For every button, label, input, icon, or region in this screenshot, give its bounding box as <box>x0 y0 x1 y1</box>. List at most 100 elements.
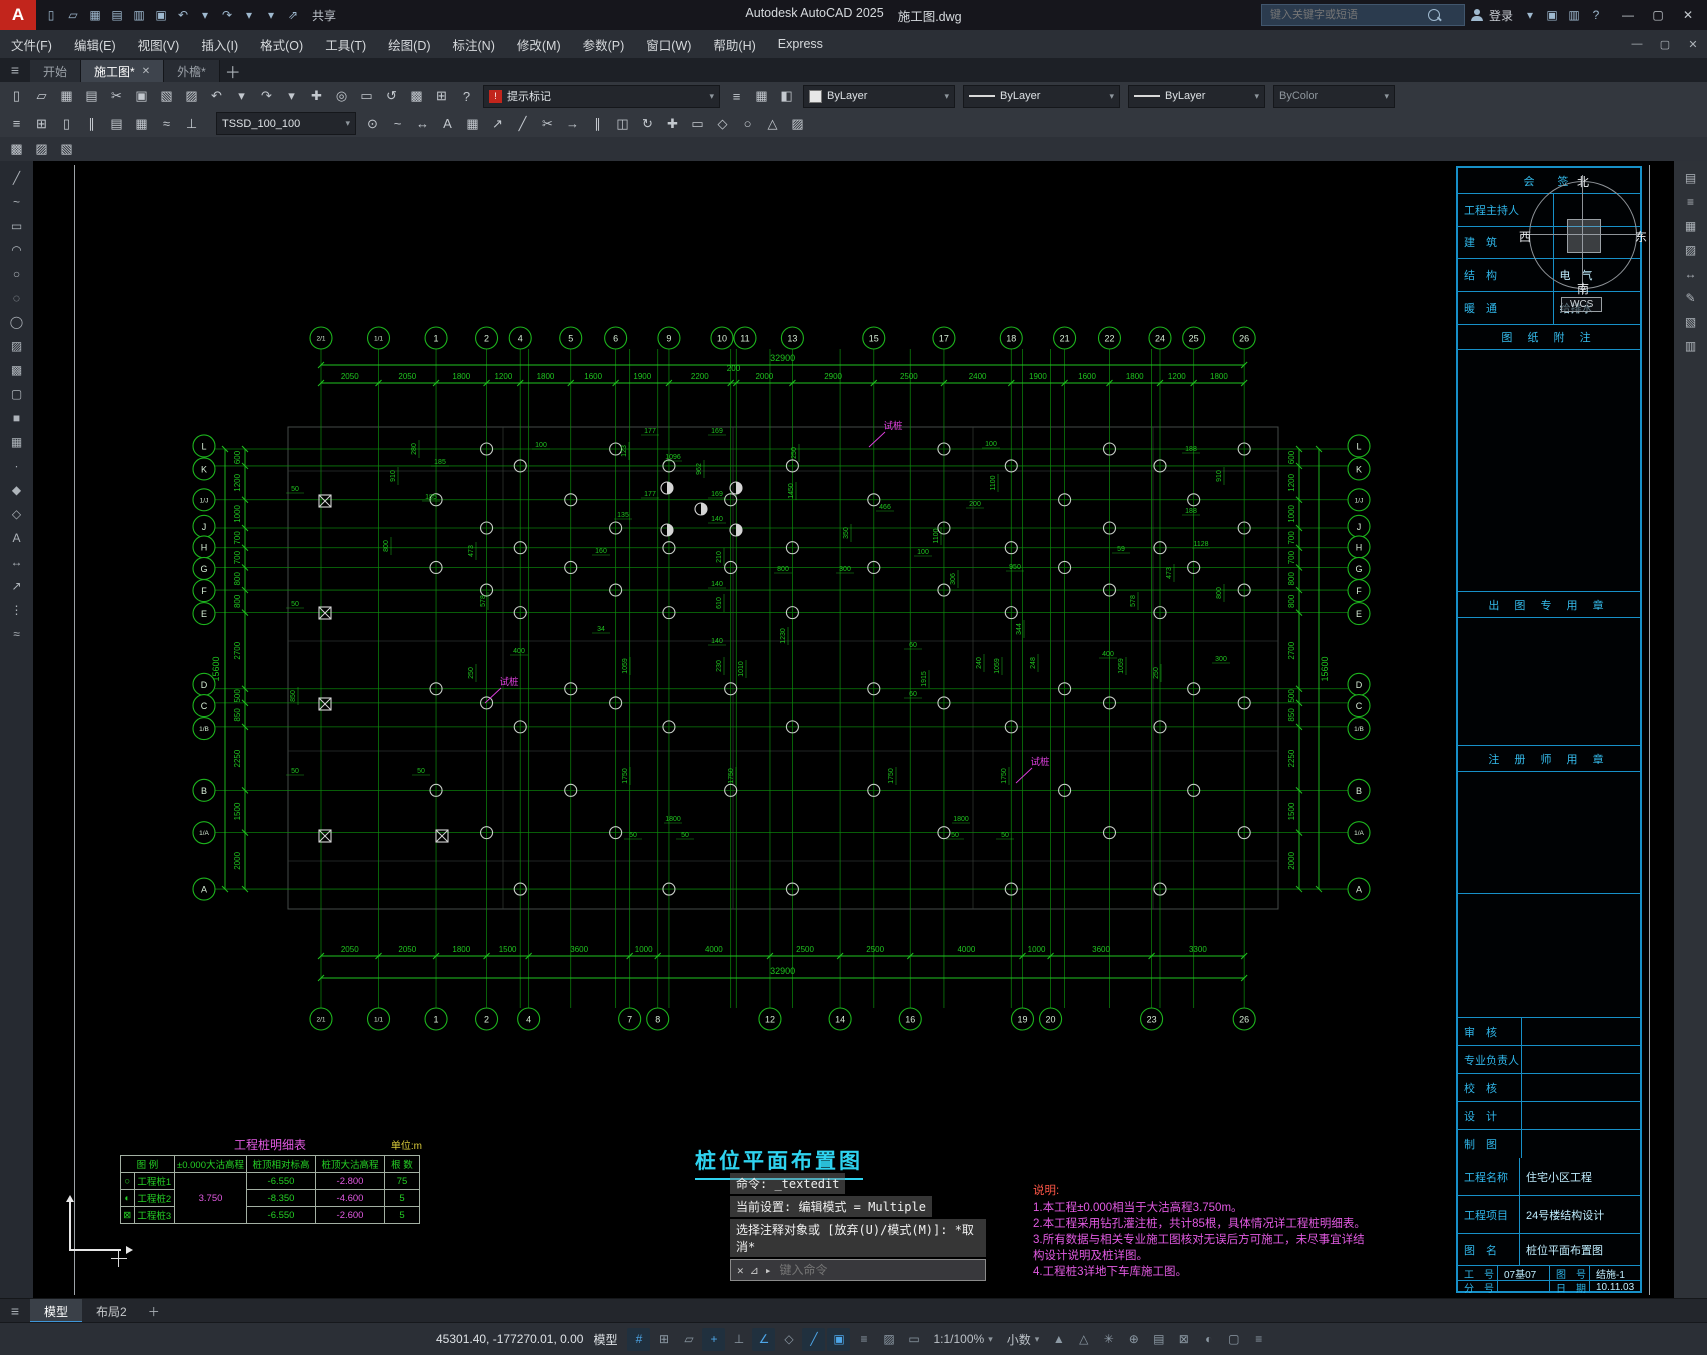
compass-south-label[interactable]: 南 <box>1577 280 1589 297</box>
menu-item-工具T[interactable]: 工具(T) <box>314 30 377 58</box>
sheetset-panel-icon[interactable]: ▧ <box>1678 310 1704 333</box>
layer-properties-icon[interactable]: ≡ <box>724 84 749 108</box>
menu-item-文件F[interactable]: 文件(F) <box>0 30 63 58</box>
match-properties-icon[interactable]: ▨ <box>179 84 204 108</box>
menu-item-视图V[interactable]: 视图(V) <box>127 30 191 58</box>
wall-tool-icon[interactable]: ▤ <box>104 112 129 136</box>
trim-tool-icon[interactable]: ✂ <box>535 112 560 136</box>
stair-tool-icon[interactable]: ≈ <box>154 112 179 136</box>
layer-isolate-icon[interactable]: ◧ <box>774 84 799 108</box>
text-tool-icon[interactable]: A <box>435 112 460 136</box>
menu-item-参数P[interactable]: 参数(P) <box>572 30 636 58</box>
redo-list-icon[interactable]: ▾ <box>279 84 304 108</box>
point-tool-icon[interactable]: ∙ <box>4 454 30 477</box>
search-dropdown-icon[interactable]: ▾ <box>1519 3 1541 27</box>
user-avatar-icon[interactable] <box>1470 9 1483 21</box>
plot-icon[interactable]: ▣ <box>150 3 172 27</box>
hatch-panel-icon[interactable]: ▨ <box>1678 238 1704 261</box>
infer-constraints-icon[interactable]: ▱ <box>677 1328 700 1351</box>
new-tab-button[interactable]: ＋ <box>220 60 246 82</box>
polyline-tool-icon[interactable]: ~ <box>4 190 30 213</box>
slab-tool-icon[interactable]: ▦ <box>129 112 154 136</box>
wcs-label[interactable]: WCS <box>1561 297 1603 312</box>
leader-tool-icon[interactable]: ↗ <box>4 574 30 597</box>
zoom-previous-icon[interactable]: ↺ <box>379 84 404 108</box>
zoom-window-icon[interactable]: ▭ <box>354 84 379 108</box>
menu-item-修改M[interactable]: 修改(M) <box>506 30 572 58</box>
menu-item-标注N[interactable]: 标注(N) <box>442 30 506 58</box>
save-web-icon[interactable]: ▥ <box>128 3 150 27</box>
login-label[interactable]: 登录 <box>1489 7 1513 24</box>
circle-tool-icon[interactable]: ○ <box>735 112 760 136</box>
text-tool-icon[interactable]: A <box>4 526 30 549</box>
tssd-display-icon[interactable]: ▧ <box>54 137 79 161</box>
help-icon[interactable]: ? <box>454 84 479 108</box>
pile-tool-icon[interactable]: ⊙ <box>360 112 385 136</box>
wedge-tool-icon[interactable]: △ <box>760 112 785 136</box>
cad-drawing[interactable]: 329002050 2050 1800 1200 1800 1600 1900 2200200… <box>33 161 1674 1299</box>
linetype-control[interactable]: ByLayer <box>963 84 1120 108</box>
units-combo[interactable]: 小数 <box>1001 1328 1046 1351</box>
color-control[interactable]: ByLayer <box>803 84 955 108</box>
tssd-style-combo[interactable]: TSSD_100_100 <box>216 112 356 135</box>
dimension-tool-icon[interactable]: ↔ <box>4 550 30 573</box>
workspace-dropdown-icon[interactable]: ▾ <box>260 3 282 27</box>
layer-states-icon[interactable]: ▦ <box>749 84 774 108</box>
pan-icon[interactable]: ✚ <box>304 84 329 108</box>
move-tool-icon[interactable]: ✚ <box>660 112 685 136</box>
menu-item-格式O[interactable]: 格式(O) <box>249 30 314 58</box>
rectangle-tool-icon[interactable]: ▭ <box>4 214 30 237</box>
compass-north-label[interactable]: 北 <box>1577 173 1589 190</box>
break-tool-icon[interactable]: ╱ <box>510 112 535 136</box>
divide-tool-icon[interactable]: ⋮ <box>4 598 30 621</box>
toolpalette-panel-icon[interactable]: ▥ <box>1678 334 1704 357</box>
leader-tool-icon[interactable]: ↗ <box>485 112 510 136</box>
ellipse-tool-icon[interactable]: ◯ <box>4 310 30 333</box>
tssd-settings-icon[interactable]: ▩ <box>4 137 29 161</box>
undo-list-icon[interactable]: ▾ <box>229 84 254 108</box>
rectangle-tool-icon[interactable]: ▭ <box>685 112 710 136</box>
snap-mode-icon[interactable]: ⊞ <box>652 1328 675 1351</box>
extend-tool-icon[interactable]: → <box>560 112 585 136</box>
compass-center[interactable] <box>1567 219 1601 253</box>
copy-icon[interactable]: ▣ <box>129 84 154 108</box>
dim-tool-icon[interactable]: ↔ <box>410 112 435 136</box>
revcloud-tool-icon[interactable]: ◌ <box>4 286 30 309</box>
menu-item-编辑E[interactable]: 编辑(E) <box>63 30 127 58</box>
transparency-icon[interactable]: ▨ <box>877 1328 900 1351</box>
cmd-tools-icon[interactable]: ⊿ <box>750 1264 759 1277</box>
view-compass[interactable]: 北 南 西 东 WCS <box>1519 173 1647 312</box>
compass-east-label[interactable]: 东 <box>1635 228 1647 245</box>
mirror-tool-icon[interactable]: ◫ <box>610 112 635 136</box>
open-web-icon[interactable]: ▤ <box>106 3 128 27</box>
save-icon[interactable]: ▦ <box>54 84 79 108</box>
region-tool-icon[interactable]: ■ <box>4 406 30 429</box>
doc-close-button[interactable]: ✕ <box>1679 31 1707 57</box>
line-tool-icon[interactable]: ╱ <box>4 166 30 189</box>
autoscale-icon[interactable]: △ <box>1072 1328 1095 1351</box>
menu-item-插入I[interactable]: 插入(I) <box>190 30 249 58</box>
drawing-canvas[interactable]: 32900 2050 2050 1800 1200 1800 1600 1900 2200 200… <box>33 161 1674 1299</box>
cmd-recent-icon[interactable]: ▸ <box>765 1264 772 1277</box>
properties-icon[interactable]: ▩ <box>404 84 429 108</box>
compass-west-label[interactable]: 西 <box>1519 228 1531 245</box>
cmd-close-icon[interactable]: ✕ <box>737 1264 744 1277</box>
redo-icon[interactable]: ↷ <box>216 3 238 27</box>
lock-ui-icon[interactable]: ⊠ <box>1172 1328 1195 1351</box>
lineweight-display-icon[interactable]: ≡ <box>852 1328 875 1351</box>
plot-icon[interactable]: ▤ <box>79 84 104 108</box>
open-file-icon[interactable]: ▱ <box>62 3 84 27</box>
doc-restore-button[interactable]: ▢ <box>1651 31 1679 57</box>
object-snap-icon[interactable]: ▣ <box>827 1327 851 1351</box>
foundation-tool-icon[interactable]: ⊥ <box>179 112 204 136</box>
doc-minimize-button[interactable]: — <box>1623 31 1651 57</box>
layout-menu-icon[interactable]: ≡ <box>0 1299 30 1323</box>
hatch-tool-icon[interactable]: ▨ <box>4 334 30 357</box>
minimize-button[interactable]: — <box>1613 0 1643 30</box>
search-box[interactable] <box>1260 4 1465 26</box>
isodraft-icon[interactable]: ◇ <box>777 1328 800 1351</box>
ortho-icon[interactable]: ⊥ <box>727 1328 750 1351</box>
circle-tool-icon[interactable]: ○ <box>4 262 30 285</box>
annotation-monitor-icon[interactable]: ⊕ <box>1122 1328 1145 1351</box>
model-space-badge[interactable]: 模型 <box>585 1331 625 1348</box>
